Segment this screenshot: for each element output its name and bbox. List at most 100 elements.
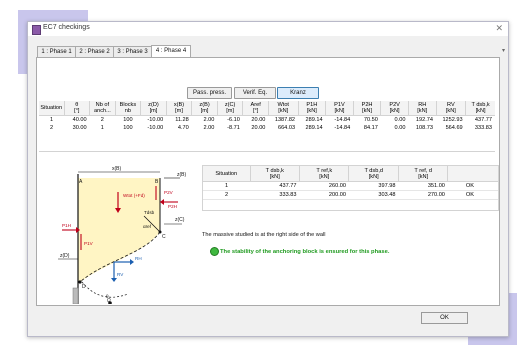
- cell: 1: [100, 125, 104, 131]
- table-header-row: Situation θ [°] Nb of anch... Blocks nb z(D…: [39, 101, 495, 116]
- tdsb-label: Tdsb: [144, 210, 155, 215]
- col-header: T dsb,k [kN]: [250, 166, 301, 182]
- point-d-label: D: [82, 284, 86, 290]
- cell: 289.14: [305, 125, 323, 131]
- cell: -8.71: [227, 125, 240, 131]
- p2h-arrowhead: [160, 199, 164, 205]
- kranz-button[interactable]: Kranz: [277, 87, 319, 99]
- table-row[interactable]: 1 40.00 2 100 -10.00 11.28 2.00 -6.10 20…: [39, 116, 495, 125]
- wtot-label: Wtot (+Fd): [123, 193, 145, 198]
- table-row[interactable]: 2 30.00 1 100 -10.00 4.70 2.00 -8.71 20.…: [39, 124, 495, 132]
- massive-side-message: The massive studied is at the right side…: [202, 232, 326, 238]
- cell: 333.83: [474, 125, 492, 131]
- cell: 2: [203, 190, 251, 200]
- alpha-label: αref: [143, 224, 152, 229]
- col-header: P1V [kN]: [325, 101, 354, 116]
- cell: 20.00: [251, 117, 266, 123]
- cell: 2.00: [203, 117, 215, 123]
- cell: -10.00: [147, 125, 164, 131]
- cell: 333.83: [250, 190, 300, 200]
- col-header: Situation: [39, 101, 65, 116]
- col-header: z(C) [m]: [217, 101, 244, 116]
- rv-label: RV: [117, 272, 124, 277]
- cell: 108.73: [415, 125, 434, 131]
- cell: 289.14: [305, 117, 323, 123]
- check-ok-icon: [210, 247, 219, 256]
- zC-label: z(C): [175, 217, 185, 223]
- col-header: P2V [kN]: [380, 101, 409, 116]
- col-header: T ref, d [kN]: [398, 166, 449, 182]
- ec7-checkings-window: EC7 checkings ✕ 1 : Phase 1 2 : Phase 2 …: [27, 21, 509, 337]
- cell: 260.00: [299, 181, 349, 191]
- p1h-label: P1H: [62, 223, 71, 228]
- passive-pressure-button[interactable]: Pass. press.: [187, 87, 232, 99]
- cell: 84.17: [363, 125, 378, 131]
- cell: 0.00: [394, 117, 406, 123]
- rv-arrowhead: [111, 278, 117, 282]
- col-header: θ [°]: [64, 101, 91, 116]
- failure-curve-lower: [81, 281, 129, 298]
- cell: 664.03: [277, 125, 296, 131]
- rh-arrowhead: [130, 259, 134, 265]
- cell: 4.70: [177, 125, 189, 131]
- window-title: EC7 checkings: [43, 24, 90, 31]
- table-row[interactable]: 1 437.77 260.00 397.98 351.00 OK: [203, 181, 498, 191]
- cell: 564.69: [445, 125, 463, 131]
- cell: 200.00: [299, 190, 349, 200]
- omega-label: Ω: [107, 298, 111, 304]
- cell: 1387.82: [274, 117, 296, 123]
- rh-label: RH: [135, 256, 142, 261]
- cell: 1252.93: [442, 117, 463, 123]
- phase-content: Pass. press. Verif. Eq. Kranz Situation …: [36, 57, 500, 306]
- cell: 2: [100, 117, 104, 123]
- tab-phase-1[interactable]: 1 : Phase 1: [37, 46, 76, 57]
- chevron-down-icon[interactable]: ▾: [502, 47, 505, 54]
- tab-phase-2[interactable]: 2 : Phase 2: [75, 46, 114, 57]
- table-header-row: Situation T dsb,k [kN] T ref,k [kN] T dsb,…: [203, 166, 498, 182]
- cell: -14.84: [334, 125, 351, 131]
- verif-eq-button[interactable]: Verif. Eq.: [234, 87, 276, 99]
- cell: 20.00: [251, 125, 266, 131]
- wall-base: [72, 287, 79, 304]
- soil-block: [78, 178, 160, 284]
- table-row[interactable]: 2 333.83 200.00 303.48 270.00 OK: [203, 190, 498, 200]
- cell: 2: [49, 125, 54, 131]
- results-table: Situation θ [°] Nb of anch... Blocks nb z(D…: [39, 101, 495, 132]
- p1v-label: P1V: [84, 241, 94, 246]
- zD-label: z(D): [60, 253, 70, 259]
- kranz-diagram: x(B) A B z(B) z(C) z(D) Wtot (+Fd) P1H P: [58, 166, 187, 304]
- title-bar: EC7 checkings ✕: [28, 22, 508, 36]
- col-header: T dsb,d [kN]: [348, 166, 399, 182]
- col-header: z(B) [m]: [191, 101, 218, 116]
- cell: 437.77: [250, 181, 300, 191]
- p2v-label: P2V: [164, 190, 174, 195]
- col-header: P2H [kN]: [353, 101, 382, 116]
- cell: 437.77: [474, 117, 492, 123]
- col-header: Nb of anch...: [89, 101, 116, 116]
- point-c-label: C: [162, 234, 166, 240]
- stability-message: The stability of the anchoring block is …: [220, 249, 390, 255]
- cell: 2.00: [203, 125, 215, 131]
- xB-label: x(B): [112, 166, 122, 172]
- col-header: Situation: [203, 166, 251, 182]
- cell: 1: [203, 181, 251, 191]
- cell: 11.28: [175, 117, 189, 123]
- cell: 397.98: [348, 181, 399, 191]
- col-header: RH [kN]: [408, 101, 437, 116]
- col-header: z(D) [m]: [140, 101, 167, 116]
- cell: 1: [49, 117, 54, 123]
- ok-button[interactable]: OK: [421, 312, 468, 324]
- status-cell: OK: [447, 190, 498, 200]
- close-icon[interactable]: ✕: [495, 23, 503, 34]
- tab-phase-3[interactable]: 3 : Phase 3: [113, 46, 152, 57]
- cell: -14.84: [334, 117, 351, 123]
- col-header: T ref,k [kN]: [299, 166, 350, 182]
- cell: 0.00: [394, 125, 406, 131]
- cell: -6.10: [227, 117, 240, 123]
- cell: 270.00: [398, 190, 448, 200]
- cell: 70.50: [363, 117, 378, 123]
- col-header: RV [kN]: [436, 101, 467, 116]
- cell: -10.00: [147, 117, 164, 123]
- cell: 100: [123, 125, 133, 131]
- cell: 100: [123, 117, 133, 123]
